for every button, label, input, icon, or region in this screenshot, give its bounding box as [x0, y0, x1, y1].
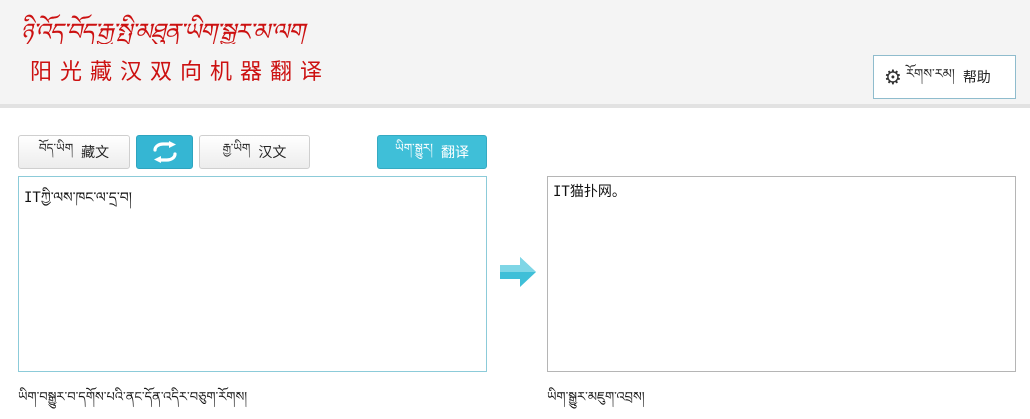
target-language-tibetan: རྒྱ་ཡིག — [222, 141, 251, 155]
target-text-output[interactable]: IT猫扑网。 — [547, 176, 1016, 372]
translate-label-tibetan: ཡིག་སྒྱུར། — [395, 141, 433, 155]
target-language-chinese: 汉文 — [258, 145, 287, 161]
target-hint: ཡིག་སྒྱུར་མཇུག་འབྲས། — [547, 390, 645, 405]
help-label-chinese: 帮助 — [962, 70, 991, 86]
source-text-input[interactable]: ITཀྱི་ལས་ཁང་ལ་དྲ་བ། — [18, 176, 487, 372]
swap-icon — [152, 141, 177, 163]
gear-icon: ⚙ — [884, 65, 902, 89]
source-hint: ཡིག་བསྒྱུར་བ་དགོས་པའི་ནང་དོན་འདིར་བཅུག་ར… — [18, 390, 248, 405]
help-label-tibetan: རོགས་རམ། — [905, 66, 955, 82]
logo-chinese: 阳光藏汉双向机器翻译 — [30, 60, 331, 85]
translate-button[interactable]: ཡིག་སྒྱུར། 翻译 — [377, 135, 487, 169]
arrow-right-icon — [500, 257, 536, 287]
header: ཉི་འོད་བོད་རྒྱ་སྤྱི་མཐུན་ཡིག་སྒྱུར་མ་ལག … — [0, 0, 1030, 108]
translate-label-chinese: 翻译 — [440, 145, 469, 161]
logo-tibetan: ཉི་འོད་བོད་རྒྱ་སྤྱི་མཐུན་ཡིག་སྒྱུར་མ་ལག — [20, 18, 305, 44]
swap-languages-button[interactable] — [136, 135, 193, 169]
target-language-button[interactable]: རྒྱ་ཡིག 汉文 — [199, 135, 310, 169]
source-language-button[interactable]: བོད་ཡིག 藏文 — [18, 135, 130, 169]
help-button[interactable]: ⚙ རོགས་རམ། 帮助 — [873, 55, 1016, 99]
source-language-chinese: 藏文 — [81, 145, 110, 161]
source-language-tibetan: བོད་ཡིག — [38, 141, 74, 155]
